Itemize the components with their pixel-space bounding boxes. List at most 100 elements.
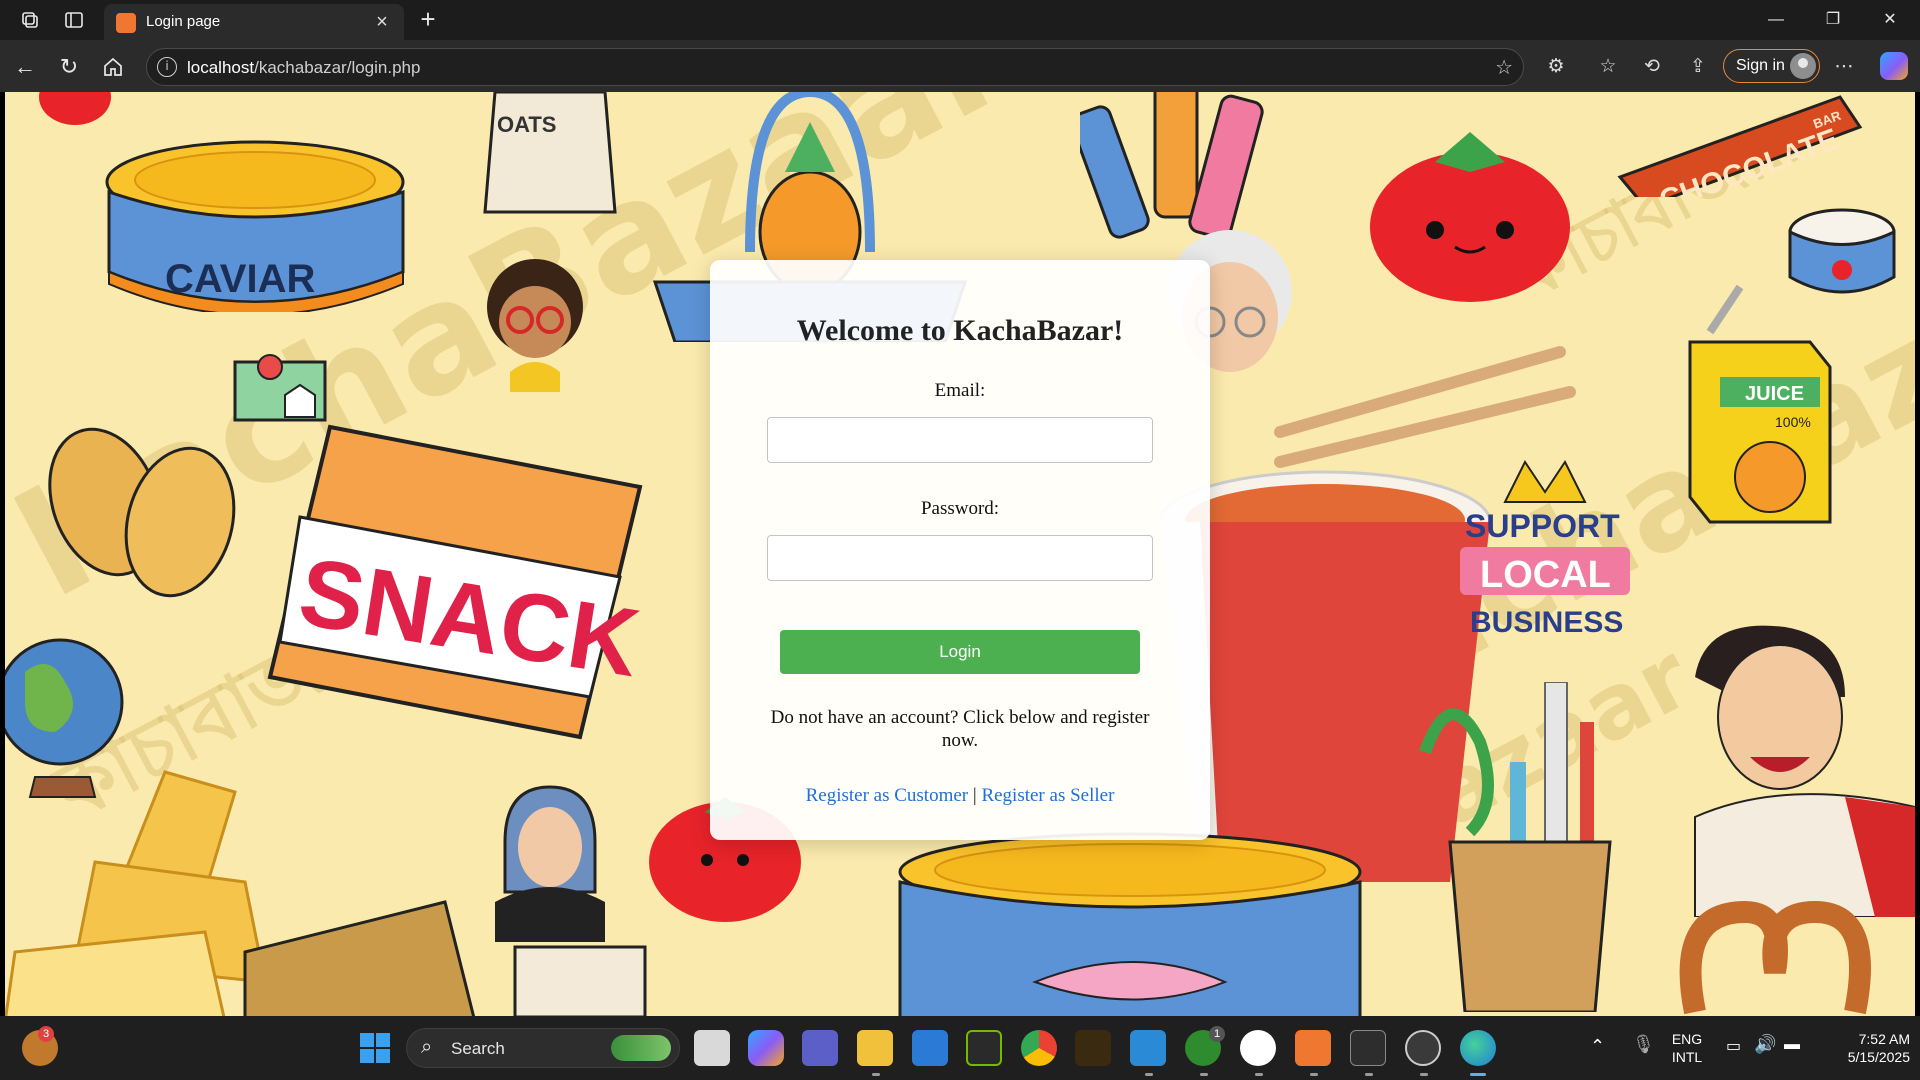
close-window-icon[interactable]: ✕ xyxy=(1872,6,1908,34)
extensions-icon[interactable]: ⚙ xyxy=(1542,52,1570,80)
xampp-icon[interactable] xyxy=(1295,1030,1331,1066)
sign-in-label: Sign in xyxy=(1736,57,1785,74)
url-path: /kachabazar/login.php xyxy=(254,58,421,77)
address-bar[interactable]: i localhost/kachabazar/login.php ☆ xyxy=(146,48,1524,86)
edge-icon[interactable] xyxy=(1460,1030,1496,1066)
page-title: Welcome to KachaBazar! xyxy=(796,314,1124,347)
minimize-icon[interactable]: — xyxy=(1758,6,1794,34)
taskbar-search-box[interactable]: ⌕ Search xyxy=(406,1028,680,1068)
support-text-2: LOCAL xyxy=(1480,554,1611,596)
teams-icon[interactable] xyxy=(802,1030,838,1066)
workspaces-icon[interactable] xyxy=(18,8,42,32)
stationery-cup-sticker xyxy=(1419,682,1612,1012)
start-button-icon[interactable] xyxy=(357,1030,393,1066)
running-indicator xyxy=(872,1073,880,1076)
volume-icon[interactable]: 🔊 xyxy=(1754,1034,1776,1055)
profile-avatar-icon xyxy=(1790,53,1816,79)
running-indicator xyxy=(1365,1073,1373,1076)
support-text-3: BUSINESS xyxy=(1470,606,1623,639)
copilot-icon[interactable] xyxy=(1880,52,1908,80)
task-view-icon[interactable] xyxy=(694,1030,730,1066)
terminal-icon[interactable] xyxy=(1350,1030,1386,1066)
file-explorer-icon[interactable] xyxy=(857,1030,893,1066)
oats-bag-sticker: OATS xyxy=(483,92,617,214)
register-links: Register as Customer | Register as Selle… xyxy=(710,785,1210,807)
obs-icon[interactable] xyxy=(1405,1030,1441,1066)
browser-title-bar: Login page × + — ❐ ✕ xyxy=(0,0,1920,40)
copilot-taskbar-icon[interactable] xyxy=(748,1030,784,1066)
language-line-2: INTL xyxy=(1671,1049,1703,1065)
chevron-up-icon[interactable]: ⌃ xyxy=(1590,1036,1605,1057)
juice-label: JUICE xyxy=(1745,383,1804,405)
windows-taskbar: 3 ⌕ Search 1 ⌃ 🎙 ENG INTL ▭ 🔊 ▬ 7:52 AM … xyxy=(0,1016,1920,1080)
clock[interactable]: 7:52 AM 5/15/2025 xyxy=(1810,1030,1910,1066)
rice-bag-sticker xyxy=(513,945,647,1016)
pretzel-sticker xyxy=(1679,900,1871,1015)
oats-label: OATS xyxy=(497,112,556,137)
small-tomato-sticker xyxy=(39,92,111,125)
refresh-icon[interactable]: ↻ xyxy=(54,52,84,82)
chocolate-bar-sticker: CHOCOLATE BAR xyxy=(1617,95,1863,197)
email-field[interactable] xyxy=(767,417,1153,463)
register-seller-link[interactable]: Register as Seller xyxy=(981,785,1114,806)
language-line-1: ENG xyxy=(1671,1031,1703,1047)
new-tab-icon[interactable]: + xyxy=(414,6,442,34)
xbox-badge: 1 xyxy=(1209,1026,1225,1042)
running-indicator xyxy=(1200,1073,1208,1076)
xampp-favicon-icon xyxy=(116,13,136,33)
register-prompt: Do not have an account? Click below and … xyxy=(770,707,1150,751)
potatoes-sticker xyxy=(48,427,236,598)
girl-hijab-sticker xyxy=(495,785,605,942)
search-highlight-icon xyxy=(611,1035,671,1061)
site-info-icon[interactable]: i xyxy=(157,57,177,77)
restore-icon[interactable]: ❐ xyxy=(1815,6,1851,34)
password-label: Password: xyxy=(920,498,1000,519)
nvidia-icon[interactable] xyxy=(966,1030,1002,1066)
vscode-icon[interactable] xyxy=(1130,1030,1166,1066)
history-icon[interactable]: ⟲ xyxy=(1638,52,1666,80)
microsoft-store-icon[interactable] xyxy=(912,1030,948,1066)
search-icon: ⌕ xyxy=(421,1036,433,1058)
running-indicator xyxy=(1145,1073,1153,1076)
tuna-can-sticker xyxy=(898,832,1362,1016)
boy-with-glasses-sticker xyxy=(487,259,583,392)
register-customer-link[interactable]: Register as Customer xyxy=(806,785,969,806)
chrome-icon[interactable] xyxy=(1021,1030,1057,1066)
search-label: Search xyxy=(451,1039,505,1058)
shopkeeper-man-sticker xyxy=(1694,625,1915,917)
home-icon[interactable] xyxy=(98,52,128,82)
support-local-business-sticker: SUPPORT LOCAL BUSINESS xyxy=(1460,460,1630,639)
close-tab-icon[interactable]: × xyxy=(370,10,394,34)
login-button[interactable]: Login xyxy=(780,630,1140,674)
more-menu-icon[interactable]: ⋯ xyxy=(1830,52,1858,80)
juice-percent-label: 100% xyxy=(1775,414,1811,430)
running-indicator xyxy=(1310,1073,1318,1076)
link-separator: | xyxy=(972,785,977,806)
back-arrow-icon[interactable]: ← xyxy=(10,52,40,82)
clock-date: 5/15/2025 xyxy=(1847,1049,1910,1065)
xbox-icon[interactable] xyxy=(1240,1030,1276,1066)
battery-icon[interactable]: ▬ xyxy=(1784,1036,1800,1054)
language-indicator[interactable]: ENG INTL xyxy=(1662,1030,1712,1066)
login-card: Welcome to KachaBazar! Email: Password: … xyxy=(710,260,1210,840)
network-icon[interactable]: ▭ xyxy=(1726,1036,1741,1056)
tomato-face-sticker xyxy=(1370,132,1570,302)
running-indicator xyxy=(1255,1073,1263,1076)
vertical-tabs-icon[interactable] xyxy=(62,8,86,32)
running-indicator xyxy=(1420,1073,1428,1076)
email-label: Email: xyxy=(934,380,986,401)
widgets-badge: 3 xyxy=(38,1026,54,1042)
caviar-can-sticker: CAVIAR xyxy=(105,140,405,312)
active-tab[interactable]: Login page × xyxy=(104,4,404,40)
sign-in-button[interactable]: Sign in xyxy=(1723,49,1820,83)
favorites-icon[interactable]: ☆ xyxy=(1594,52,1622,80)
share-icon[interactable]: ⇪ xyxy=(1684,52,1712,80)
workbench-icon[interactable] xyxy=(1075,1030,1111,1066)
browser-toolbar: ← ↻ i localhost/kachabazar/login.php ☆ ⚙… xyxy=(0,40,1920,92)
password-field[interactable] xyxy=(767,535,1153,581)
microphone-icon[interactable]: 🎙 xyxy=(1632,1034,1655,1055)
address-url[interactable]: localhost/kachabazar/login.php xyxy=(187,58,420,78)
tab-title: Login page xyxy=(146,13,221,30)
favorite-star-icon[interactable]: ☆ xyxy=(1495,55,1513,80)
cheese-sticker xyxy=(5,770,475,1016)
